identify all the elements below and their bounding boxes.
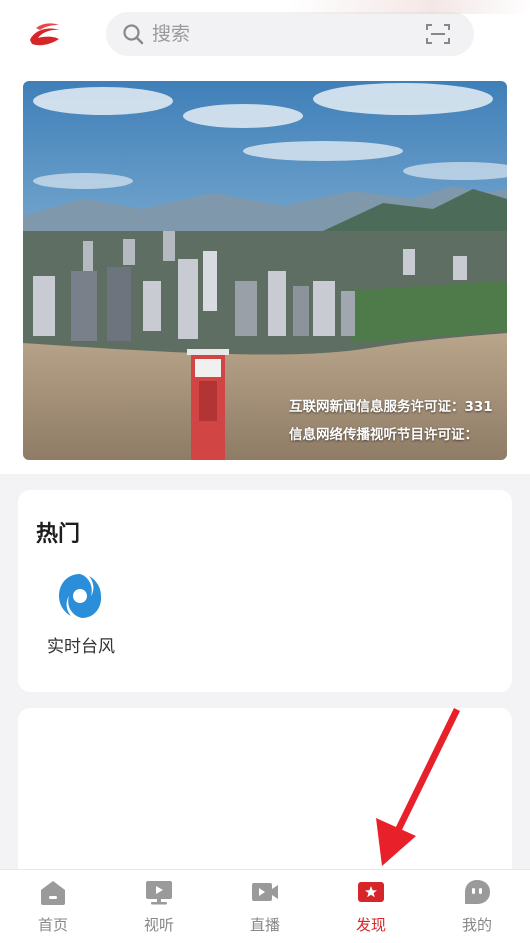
city-banner[interactable]: 互联网新闻信息服务许可证：331 信息网络传播视听节目许可证： <box>23 81 507 460</box>
home-icon <box>41 881 65 905</box>
hot-section-title: 热门 <box>36 522 81 547</box>
search-icon <box>123 24 144 45</box>
live-video-icon <box>252 883 278 901</box>
typhoon-icon <box>59 574 102 618</box>
banner-license-line2: 信息网络传播视听节目许可证： <box>289 427 478 443</box>
pointer-arrow <box>376 708 460 866</box>
hot-item-typhoon[interactable]: 实时台风 <box>40 570 122 660</box>
bottom-tab-bar: 首页 视听 直播 发现 我的 <box>0 869 530 943</box>
tab-audiovisual[interactable]: 视听 <box>106 870 212 943</box>
tab-mine[interactable]: 我的 <box>424 870 530 943</box>
tab-home-label: 首页 <box>37 916 68 934</box>
tab-live-label: 直播 <box>249 916 280 934</box>
hot-item-label: 实时台风 <box>47 637 115 657</box>
tab-mine-label: 我的 <box>461 916 492 934</box>
tab-audiovisual-label: 视听 <box>143 916 174 934</box>
app-logo[interactable] <box>26 20 64 50</box>
tab-live[interactable]: 直播 <box>212 870 318 943</box>
top-header <box>0 0 530 68</box>
hot-section: 热门 实时台风 <box>18 490 512 692</box>
profile-icon <box>465 880 490 904</box>
search-bar[interactable] <box>106 12 474 56</box>
tab-discover-label: 发现 <box>355 916 386 934</box>
discover-star-icon <box>358 882 384 902</box>
banner-license-line1: 互联网新闻信息服务许可证：331 <box>289 399 493 415</box>
tv-icon <box>146 881 172 905</box>
search-input[interactable] <box>152 12 402 56</box>
tab-home[interactable]: 首页 <box>0 870 106 943</box>
tab-discover[interactable]: 发现 <box>318 870 424 943</box>
scan-icon[interactable] <box>426 23 450 45</box>
